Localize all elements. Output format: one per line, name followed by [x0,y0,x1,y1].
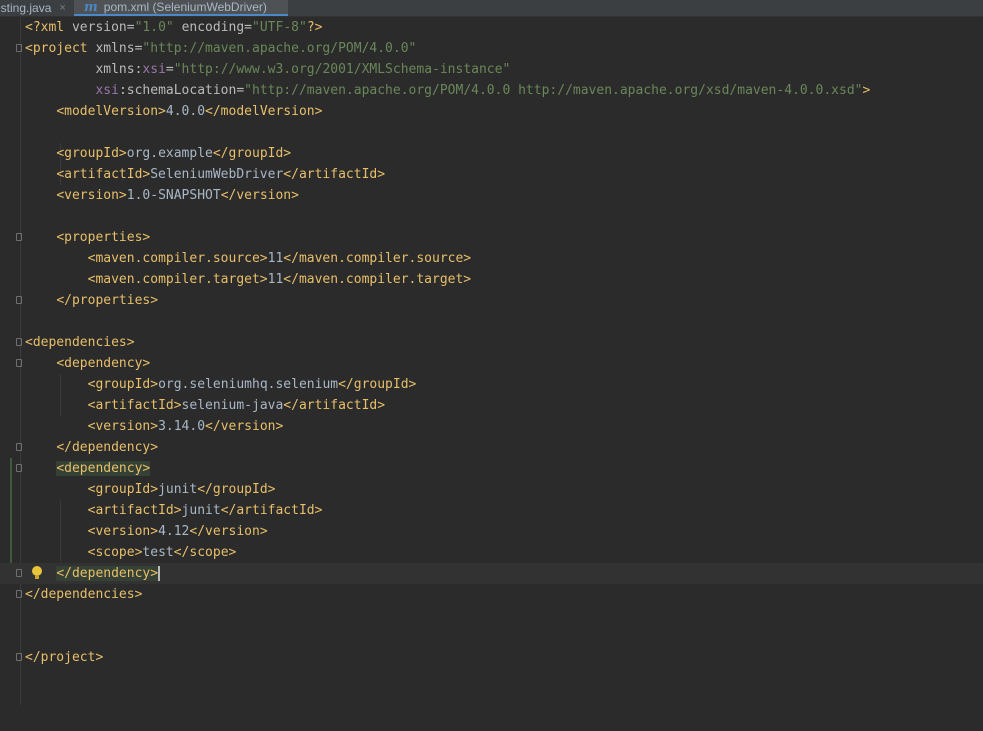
fold-icon[interactable] [16,464,22,472]
code-line: <project xmlns="http://maven.apache.org/… [0,38,983,59]
code-line: <version>1.0-SNAPSHOT</version> [56,188,299,203]
fold-icon[interactable] [16,443,22,451]
code-line: <groupId>org.seleniumhq.selenium</groupI… [87,377,417,392]
fold-icon[interactable] [16,359,22,367]
code-line: <dependencies> [0,332,983,353]
code-line: <dependency> [0,458,983,479]
code-line: <?xml version="1.0" encoding="UTF-8"?> [25,20,323,35]
tab-testing-java[interactable]: esting.java × [0,0,66,16]
code-line: <artifactId>junit</artifactId> [87,503,323,518]
code-line: <dependency> [0,353,983,374]
code-editor[interactable]: <?xml version="1.0" encoding="UTF-8"?> <… [0,17,983,705]
fold-icon[interactable] [16,338,22,346]
tab-label: pom.xml (SeleniumWebDriver) [103,0,267,14]
tab-pom-xml[interactable]: m pom.xml (SeleniumWebDriver) [74,0,288,16]
fold-icon[interactable] [16,296,22,304]
maven-file-icon: m [84,0,98,15]
fold-icon[interactable] [16,233,22,241]
fold-icon[interactable] [16,653,22,661]
code-line: </dependency> [0,437,983,458]
code-line: <version>3.14.0</version> [87,419,284,434]
fold-icon[interactable] [16,590,22,598]
code-line: <maven.compiler.target>11</maven.compile… [87,272,472,287]
code-line: <groupId>org.example</groupId> [56,146,292,161]
code-line-current: </dependency> [0,563,983,584]
editor-tab-bar: esting.java × m pom.xml (SeleniumWebDriv… [0,0,983,17]
code-line: <groupId>junit</groupId> [87,482,276,497]
close-icon[interactable]: × [59,2,65,14]
code-line: <maven.compiler.source>11</maven.compile… [87,251,472,266]
code-line: <modelVersion>4.0.0</modelVersion> [56,104,323,119]
code-line: <properties> [0,227,983,248]
fold-icon[interactable] [16,44,22,52]
code-line: </project> [0,647,983,668]
code-line: <artifactId>selenium-java</artifactId> [87,398,386,413]
code-lines: <?xml version="1.0" encoding="UTF-8"?> <… [0,17,983,668]
code-line: </dependencies> [0,584,983,605]
code-line: <artifactId>SeleniumWebDriver</artifactI… [56,167,386,182]
code-line: xsi:schemaLocation="http://maven.apache.… [95,83,871,98]
code-line: <scope>test</scope> [87,545,237,560]
text-caret [158,566,161,581]
tab-label: esting.java [0,1,52,15]
code-line: xmlns:xsi="http://www.w3.org/2001/XMLSch… [95,62,511,77]
code-line: </properties> [0,290,983,311]
code-line: <version>4.12</version> [87,524,268,539]
fold-icon[interactable] [16,569,22,577]
